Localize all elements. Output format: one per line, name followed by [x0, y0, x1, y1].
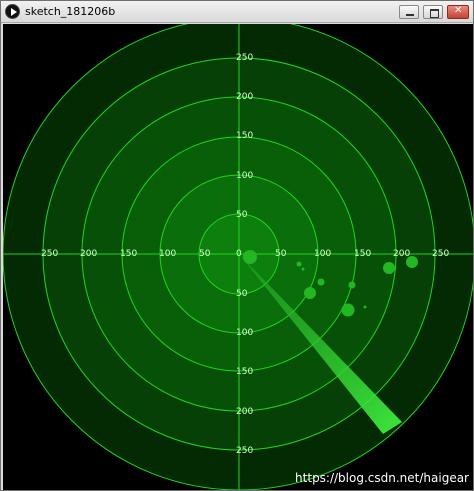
tick-label-up: 200 [236, 92, 253, 102]
tick-label-left: 200 [80, 249, 97, 259]
radar-blip [341, 303, 355, 317]
window-title: sketch_181206b [25, 5, 116, 18]
tick-label-right: 100 [314, 249, 331, 259]
title-bar[interactable]: sketch_181206b [1, 1, 473, 23]
processing-app-icon [5, 4, 20, 19]
radar-blip [348, 281, 356, 289]
tick-label-right: 50 [275, 249, 287, 259]
close-button[interactable] [447, 5, 469, 19]
tick-label-down: 50 [236, 289, 248, 299]
radar-blip [296, 261, 302, 267]
sketch-canvas: 250 200 150 100 50 0 50 100 150 200 250 … [3, 24, 473, 490]
tick-label-right: 250 [432, 249, 449, 259]
tick-label-down: 100 [236, 328, 253, 338]
radar-blip [304, 287, 316, 299]
tick-label-up: 50 [236, 210, 248, 220]
radar-blip [317, 278, 325, 286]
watermark-text: https://blog.csdn.net/haigear [295, 471, 469, 485]
radar-blip [243, 250, 257, 264]
tick-label-right: 150 [354, 249, 371, 259]
radar-display: 250 200 150 100 50 0 50 100 150 200 250 … [3, 24, 473, 490]
tick-label-down: 200 [236, 407, 253, 417]
tick-label-left: 150 [120, 249, 137, 259]
tick-label-down: 150 [236, 367, 253, 377]
radar-blip [383, 262, 395, 274]
tick-label-left: 50 [199, 249, 211, 259]
app-window: sketch_181206b ✕ 250 200 150 100 50 0 50… [0, 0, 474, 491]
tick-label-up: 100 [236, 171, 253, 181]
tick-label-left: 100 [159, 249, 176, 259]
radar-blip [301, 267, 305, 271]
minimize-button[interactable] [399, 5, 419, 19]
tick-label-up: 150 [236, 131, 253, 141]
radar-blip [363, 305, 367, 309]
tick-label-center: 0 [236, 249, 242, 259]
tick-label-down: 250 [236, 446, 253, 456]
maximize-button[interactable] [423, 5, 443, 19]
tick-label-up: 250 [236, 53, 253, 63]
tick-label-right: 200 [393, 249, 410, 259]
tick-label-left: 250 [41, 249, 58, 259]
